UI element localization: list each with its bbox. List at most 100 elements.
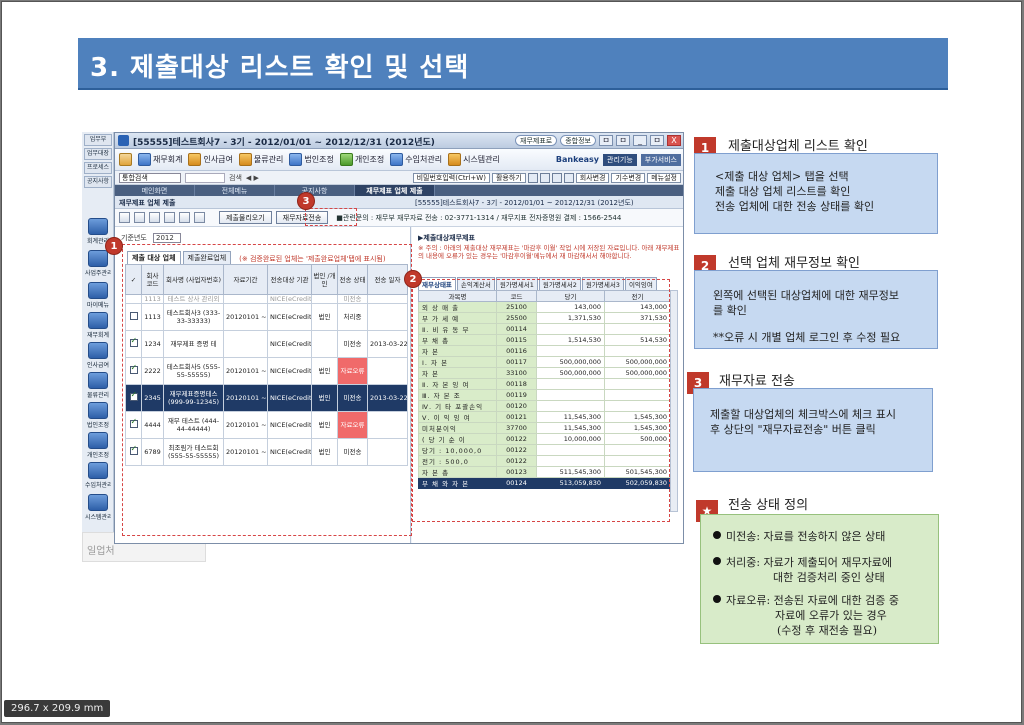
slide-page: 3. 제출대상 리스트 확인 및 선택 업무부 업무대장 프로세스 공지사항 회… xyxy=(1,1,1022,723)
toolbar-item[interactable]: 시스템관리 xyxy=(448,153,500,166)
minimize-icon[interactable]: _ xyxy=(633,135,647,146)
strip-item[interactable]: 수임처관리 xyxy=(85,462,111,492)
contact-note: ■관련문의 : 재무부 재무자료 전송 : 02-3771-1314 / 재무지… xyxy=(336,213,622,222)
highlight-financial-info xyxy=(412,279,670,522)
module-icon xyxy=(88,402,108,419)
app-side-strip: 업무부 업무대장 프로세스 공지사항 회계관리 사업주관리 마이메뉴 재무회계 … xyxy=(82,132,114,548)
maximize-icon[interactable]: ㅁ xyxy=(650,135,664,146)
tab-submission[interactable]: 재무제표 업체 제출 xyxy=(355,185,435,196)
window-layout-icon[interactable]: ㅁ xyxy=(616,135,630,146)
badge-2: 2 xyxy=(404,270,422,288)
search-input[interactable] xyxy=(185,172,225,183)
module-icon xyxy=(238,153,252,166)
highlight-send-button xyxy=(305,208,357,226)
strip-item[interactable]: 물류관리 xyxy=(85,372,111,402)
page-title: 3. 제출대상 리스트 확인 및 선택 xyxy=(90,53,470,83)
toolbar-item[interactable]: 물류관리 xyxy=(238,153,283,166)
change-period-button[interactable]: 기수변경 xyxy=(611,172,646,183)
bullet-icon xyxy=(713,557,721,565)
main-toolbar: 재무회계 인사급여 물류관리 법인조정 개인조정 수임처관리 시스템관리 Ban… xyxy=(115,149,683,171)
window-title: [55555]테스트회사7 - 3기 - 2012/01/01 ~ 2012/1… xyxy=(133,138,435,148)
strip-item[interactable]: 법인조정 xyxy=(85,402,111,432)
search-toolbar: 통합검색 검색 ◀ ▶ 비밀번호입력(Ctrl+W) 활용하기 회사변경 기수변… xyxy=(115,171,683,185)
action-toolbar: 제출물리오기 재무자료전송 ■관련문의 : 재무부 재무자료 전송 : 02-3… xyxy=(115,209,683,227)
tab-main[interactable]: 메인화면 xyxy=(115,185,195,196)
change-company-button[interactable]: 회사변경 xyxy=(575,172,610,183)
tab-all-menu[interactable]: 전체메뉴 xyxy=(195,185,275,196)
module-icon xyxy=(339,153,353,166)
layout-icon[interactable] xyxy=(539,172,550,183)
legend-item-error: 자료오류: 전송된 자료에 대한 검증 중 xyxy=(713,593,899,608)
admin-dropdown[interactable]: 관리기능 xyxy=(603,153,637,166)
menu-settings-button[interactable]: 메뉴설정 xyxy=(647,172,681,183)
strip-item[interactable]: 사업주관리 xyxy=(85,250,111,280)
base-year-input[interactable]: 2012 xyxy=(153,233,181,243)
module-icon xyxy=(88,462,108,479)
strip-item[interactable]: 개인조정 xyxy=(85,432,111,462)
layout-icon[interactable] xyxy=(551,172,562,183)
strip-tab[interactable]: 업무대장 xyxy=(84,148,112,160)
window-titlebar: [55555]테스트회사7 - 3기 - 2012/01/01 ~ 2012/1… xyxy=(115,133,683,149)
bullet-icon xyxy=(713,531,721,539)
search-scope-select[interactable]: 통합검색 xyxy=(119,172,181,183)
status-legend-box: 미전송: 자료를 전송하지 않은 상태 처리중: 자료가 제출되어 재무자료에 … xyxy=(700,514,939,644)
module-icon xyxy=(138,153,151,166)
module-icon xyxy=(448,153,462,166)
toolbar-item[interactable]: 법인조정 xyxy=(289,153,334,166)
strip-item[interactable]: 인사급여 xyxy=(85,342,111,372)
module-icon xyxy=(88,372,108,389)
print-icon[interactable] xyxy=(164,212,175,223)
app-logo-icon xyxy=(118,135,129,146)
strip-item[interactable]: 재무회계 xyxy=(85,312,111,342)
toolbar-item[interactable]: 개인조정 xyxy=(339,153,384,166)
legend-item-processing-cont: 대한 검증처리 중인 상태 xyxy=(773,571,885,584)
strip-item[interactable]: 마이메뉴 xyxy=(85,282,111,312)
badge-3: 3 xyxy=(297,192,315,210)
close-tab-icon[interactable] xyxy=(119,212,130,223)
service-dropdown[interactable]: 부가서비스 xyxy=(640,153,681,166)
strip-tab[interactable]: 프로세스 xyxy=(84,162,112,174)
nav-arrows-icon[interactable]: ◀ ▶ xyxy=(246,174,259,182)
title-banner: 3. 제출대상 리스트 확인 및 선택 xyxy=(78,38,948,90)
close-icon[interactable]: X xyxy=(667,135,681,146)
copy-icon[interactable] xyxy=(134,212,145,223)
password-button[interactable]: 비밀번호입력(Ctrl+W) xyxy=(412,172,490,183)
reload-submission-button[interactable]: 제출물리오기 xyxy=(219,211,272,224)
help-button[interactable]: 활용하기 xyxy=(491,172,526,183)
callout-1-box: <제출 대상 업체> 탭을 선택 제출 대상 업체 리스트를 확인 전송 업체에… xyxy=(694,153,938,234)
highlight-target-list xyxy=(122,244,412,536)
search-label[interactable]: 검색 xyxy=(229,173,242,183)
menu-tabs: 메인화면 전체메뉴 공지사항 재무제표 업체 제출 xyxy=(115,185,683,196)
strip-tab[interactable]: 업무부 xyxy=(84,134,112,146)
title-pill[interactable]: 재무제표로 xyxy=(515,135,558,146)
title-pill[interactable]: 종합정보 xyxy=(560,135,596,146)
layout-icon[interactable] xyxy=(563,172,574,183)
legend-item-error-note: (수정 후 재전송 필요) xyxy=(777,624,878,637)
module-icon xyxy=(188,153,202,166)
panel-company-info: [55555]테스트회사7 - 3기 - 2012/01/01 ~ 2012/1… xyxy=(415,199,634,207)
window-layout-icon[interactable]: ㅁ xyxy=(599,135,613,146)
help-icon[interactable] xyxy=(179,212,190,223)
callout-2-box: 왼쪽에 선택된 대상업체에 대한 재무정보 를 확인 **오류 시 개별 업체 … xyxy=(694,270,938,349)
layout-icon[interactable] xyxy=(527,172,538,183)
base-year-row: 기준년도 2012 xyxy=(121,233,181,243)
badge-1: 1 xyxy=(105,237,123,255)
module-icon xyxy=(88,282,108,299)
toolbar-item[interactable]: 인사급여 xyxy=(188,153,233,166)
home-icon[interactable] xyxy=(119,153,132,166)
toolbar-item[interactable]: 수임처관리 xyxy=(390,153,442,166)
module-icon xyxy=(88,250,108,267)
statement-scrollbar[interactable] xyxy=(670,290,678,512)
search-icon[interactable] xyxy=(194,212,205,223)
brand-logo: Bankeasy xyxy=(555,155,600,164)
toolbar-item[interactable]: 재무회계 xyxy=(138,153,182,166)
strip-item[interactable]: 시스템관리 xyxy=(85,494,111,524)
callout-3-box: 제출할 대상업체의 체크박스에 체크 표시 후 상단의 "재무자료전송" 버튼 … xyxy=(693,388,933,472)
tab-notice[interactable]: 공지사항 xyxy=(275,185,355,196)
legend-item-error-cont: 자료에 오류가 있는 경우 xyxy=(775,609,887,622)
callout-3-heading: 재무자료 전송 xyxy=(719,374,795,389)
strip-tab[interactable]: 공지사항 xyxy=(84,176,112,188)
delete-icon[interactable] xyxy=(149,212,160,223)
statement-note: ※ 주의 : 아래의 제출대상 재무제표는 '마감후 이월' 작업 시에 저장된… xyxy=(418,244,680,260)
legend-item-unsent: 미전송: 자료를 전송하지 않은 상태 xyxy=(713,529,885,544)
